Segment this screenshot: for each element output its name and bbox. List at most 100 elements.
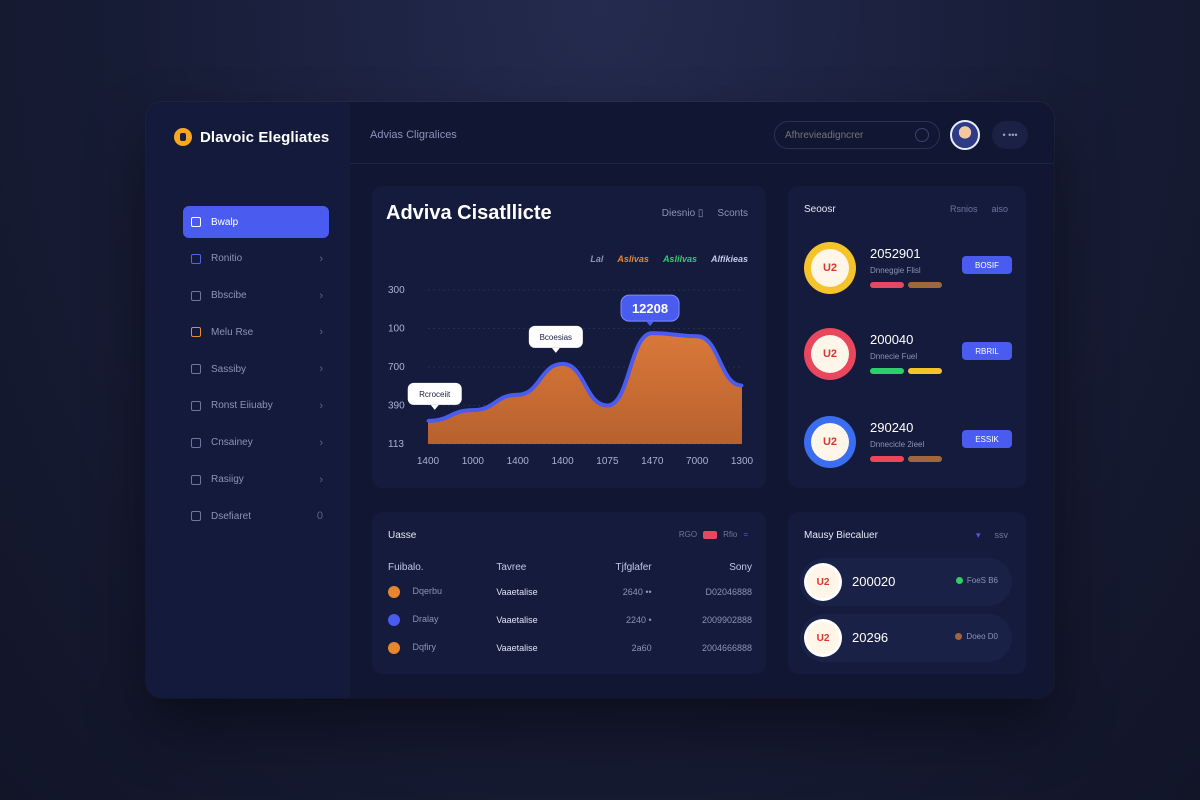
legend-item[interactable]: Lal (590, 254, 603, 264)
brand[interactable]: Dlavoic Elegliates (174, 128, 329, 146)
column-header[interactable]: Tjfglafer (579, 556, 652, 578)
holder-row[interactable]: U2 20296 Doeo D0 (800, 614, 1012, 662)
legend-item[interactable]: Alfikieas (711, 254, 748, 264)
callout-label: Bcoesias (540, 333, 572, 342)
avatar[interactable] (950, 120, 980, 150)
panel-action[interactable]: Rsnios (950, 204, 978, 214)
panel-actions: ▾ ssv (976, 530, 1008, 541)
status-bars (870, 368, 942, 374)
cell: 2a60 (631, 643, 652, 653)
chart-action-design[interactable]: Diesnio ▯ (662, 208, 704, 219)
table-row[interactable]: Dqerbu Vaaetalise 2640 •• D02046888 (388, 578, 752, 606)
table-header-row: Fuibalo. Tavree Tjfglafer Sony (388, 556, 752, 578)
table-row[interactable]: Dralay Vaaetalise 2240 • 2009902888 (388, 606, 752, 634)
brand-logo-icon (174, 128, 192, 146)
data-point (605, 404, 609, 407)
topbar: Advias Cligralices • ••• (350, 102, 1054, 164)
chart-title: Adviva Cisatllicte (386, 202, 552, 224)
sidebar-item-5[interactable]: Sassiby › (183, 353, 329, 385)
data-point (740, 383, 744, 387)
y-tick-label: 300 (388, 285, 405, 296)
box-icon (191, 437, 201, 448)
legend-item[interactable]: Aslilvas (663, 254, 697, 264)
sidebar-item-label: Bwalp (211, 216, 239, 228)
status-dot-icon (955, 577, 963, 584)
data-point (426, 419, 430, 423)
sidebar-item-4[interactable]: Melu Rse › (183, 316, 329, 348)
list-item: U2 2052901 Dnneggie Flisl BOSIF (804, 242, 1012, 302)
legend-item[interactable]: Aslivas (617, 254, 649, 264)
column-header[interactable]: Tavree (496, 556, 579, 578)
panel-action[interactable]: ssv (995, 530, 1009, 541)
cell: Vaaetalise (496, 587, 538, 597)
data-point (650, 331, 654, 335)
wallet-icon (191, 474, 201, 485)
user-menu-button[interactable]: • ••• (992, 121, 1028, 149)
list-value: 200040 (870, 332, 914, 347)
cell: 2009902888 (701, 615, 752, 625)
x-tick-label: 1400 (417, 456, 440, 467)
area-chart: 300 100 700 390 113 1400 1000 1400 1400 1075 1470 7… (372, 186, 766, 488)
chevron-right-icon: › (319, 399, 323, 412)
search-box[interactable] (774, 121, 940, 149)
filter-tag[interactable]: Rfio (723, 530, 737, 539)
holder-value: 200020 (852, 574, 896, 589)
badge-icon: U2 (804, 416, 856, 468)
filter-tag[interactable]: RGO (679, 530, 697, 539)
status-bar (870, 282, 904, 288)
badge-icon: U2 (804, 328, 856, 380)
panel-action[interactable]: aiso (991, 204, 1008, 214)
badge-label: U2 (811, 249, 849, 287)
sidebar-item-label: Rasiigy (211, 474, 244, 486)
badge-icon: U2 (804, 563, 842, 601)
list-value: 290240 (870, 420, 914, 435)
x-tick-label: 1400 (507, 456, 530, 467)
search-input[interactable] (785, 129, 903, 141)
badge-label: U2 (807, 566, 839, 598)
y-tick-label: 390 (388, 401, 405, 412)
row-action-button[interactable]: ESSIK (962, 430, 1012, 448)
sidebar-item-label: Cnsainey (211, 437, 253, 449)
calendar-icon (191, 511, 201, 522)
table-row[interactable]: Dqfiry Vaaetalise 2a60 2004666888 (388, 634, 752, 662)
list-item: U2 200040 Dnnecie Fuel RBRIL (804, 328, 1012, 388)
chart-action-scores[interactable]: Sconts (717, 208, 748, 219)
activity-chart-panel: 300 100 700 390 113 1400 1000 1400 1400 1075 1470 7… (372, 186, 766, 488)
row-action-button[interactable]: BOSIF (962, 256, 1012, 274)
sidebar-item-1[interactable]: Bwalp (183, 206, 329, 238)
sidebar-item-3[interactable]: Bbscibe › (183, 280, 329, 312)
card-icon (191, 290, 201, 301)
x-tick-label: 1470 (641, 456, 664, 467)
sidebar-item-8[interactable]: Rasiigy › (183, 464, 329, 496)
data-table: Fuibalo. Tavree Tjfglafer Sony Dqerbu Va… (388, 556, 752, 662)
row-action-button[interactable]: RBRIL (962, 342, 1012, 360)
dropdown-icon[interactable]: ▾ (976, 530, 981, 541)
sidebar-item-7[interactable]: Cnsainey › (183, 427, 329, 459)
chart-legend: Lal Aslivas Aslilvas Alfikieas (590, 254, 748, 264)
holder-row[interactable]: U2 200020 FoeS B6 (800, 558, 1012, 606)
panel-title: Mausy Biecaluer (804, 530, 878, 541)
brand-name: Dlavoic Elegliates (200, 128, 330, 146)
chart-icon (191, 253, 201, 264)
sidebar-item-label: Sassiby (211, 363, 247, 375)
data-point (695, 334, 699, 338)
holder-status: FoeS B6 (955, 576, 998, 585)
status-bars (870, 456, 942, 462)
callout-pointer (646, 321, 655, 327)
chevron-right-icon: › (319, 326, 323, 339)
table-filters: RGO Rfio = (679, 530, 748, 539)
filter-color-swatch[interactable] (703, 530, 718, 539)
data-point (561, 362, 565, 366)
list-icon (191, 217, 201, 227)
column-header[interactable]: Fuibalo. (388, 556, 496, 578)
x-tick-label: 1400 (551, 456, 574, 467)
column-header[interactable]: Sony (652, 556, 752, 578)
search-icon[interactable] (915, 128, 929, 142)
badge-label: U2 (807, 622, 839, 654)
y-tick-label: 100 (388, 324, 405, 335)
sidebar-item-9[interactable]: Dsefiaret 0 (183, 500, 329, 532)
sidebar-item-6[interactable]: Ronst Eiiuaby › (183, 390, 329, 422)
sidebar-item-2[interactable]: Ronitio › (183, 243, 329, 275)
cell: 2640 •• (622, 587, 652, 597)
filter-more-icon[interactable]: = (743, 530, 748, 539)
